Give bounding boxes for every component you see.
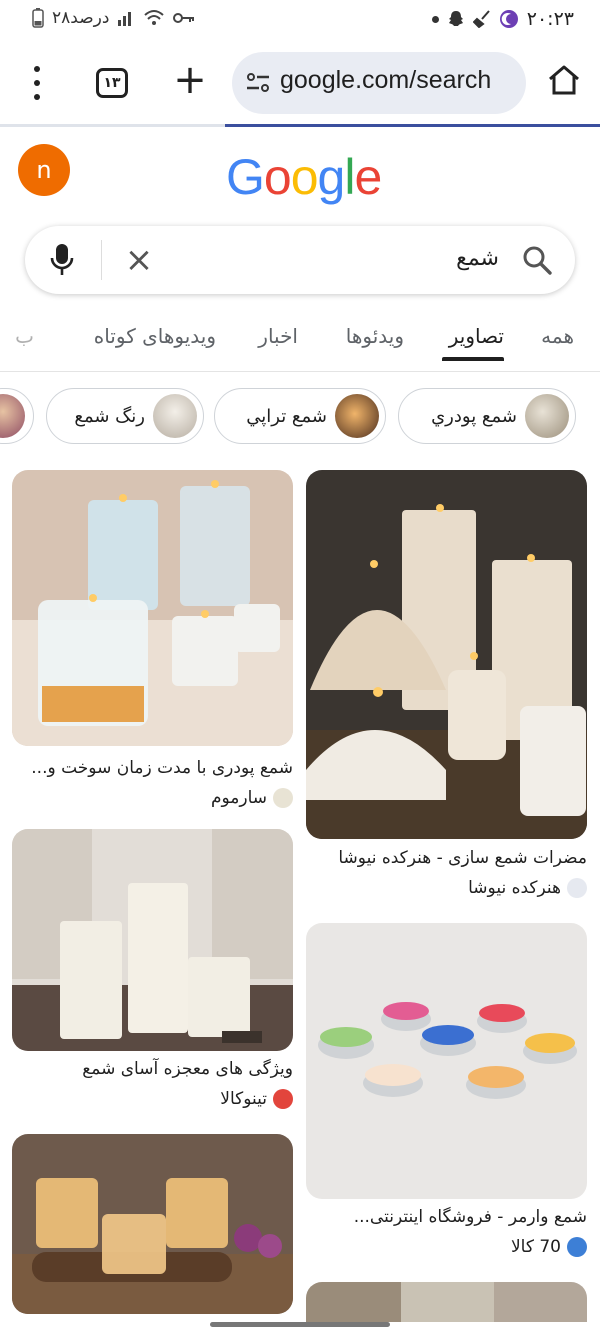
result-source[interactable]: هنرکده نیوشا — [468, 878, 587, 898]
favicon-icon — [567, 1237, 587, 1257]
result-image[interactable] — [306, 923, 587, 1199]
more-menu-icon[interactable] — [22, 66, 52, 100]
tab-news[interactable]: اخبار — [258, 324, 298, 348]
result-source[interactable]: تینوکالا — [220, 1089, 293, 1109]
image-result[interactable]: شمع پودری با مدت زمان سوخت و... سارموم — [12, 470, 293, 815]
tab-videos[interactable]: ویدئوها — [346, 324, 404, 348]
wifi-icon — [144, 10, 165, 25]
chip-thumbnail — [525, 394, 569, 438]
favicon-icon — [567, 878, 587, 898]
notification-dot-icon — [431, 15, 439, 23]
home-icon[interactable] — [546, 62, 582, 98]
image-result[interactable] — [12, 1134, 293, 1314]
tab-all[interactable]: همه — [541, 324, 574, 348]
image-result[interactable]: ویژگی های معجزه آسای شمع تینوکالا — [12, 829, 293, 1119]
tab-more[interactable]: ب — [15, 324, 34, 348]
favicon-icon — [273, 1089, 293, 1109]
image-result[interactable]: شمع وارمر - فروشگاه اینترنتی... 70 کالا — [306, 923, 587, 1263]
image-result[interactable] — [306, 1282, 587, 1322]
floating-candles-image — [12, 470, 293, 746]
glass-candle-holders-image — [12, 1134, 293, 1314]
battery-percent: ۲۸درصد — [52, 8, 110, 28]
browser-toolbar: ۱۳ + google.com/search — [0, 40, 600, 127]
logo-letter: e — [354, 149, 382, 205]
active-tab-indicator — [442, 357, 504, 361]
result-image[interactable] — [306, 470, 587, 839]
result-image[interactable] — [306, 1282, 587, 1322]
chip-powder-candle[interactable]: شمع پودري — [398, 388, 576, 444]
search-icon[interactable] — [521, 244, 553, 276]
gesture-bar — [210, 1322, 390, 1327]
status-bar: ۲۸درصد ۲۰:۲۳ — [0, 0, 600, 40]
chip-thumbnail — [153, 394, 197, 438]
search-tabs: همه تصاویر ویدئوها اخبار ویدیوهای کوتاه … — [0, 310, 600, 372]
related-chips: شمع پودري شمع تراپي رنگ شمع — [0, 386, 600, 446]
favicon-icon — [273, 788, 293, 808]
broom-icon — [472, 10, 490, 28]
candles-shell-image — [306, 470, 587, 839]
site-settings-icon[interactable] — [246, 72, 270, 94]
logo-letter: g — [317, 149, 346, 205]
chip-thumbnail — [0, 394, 25, 438]
progress-fill — [225, 124, 600, 127]
result-source[interactable]: 70 کالا — [511, 1237, 587, 1257]
clock: ۲۰:۲۳ — [526, 8, 574, 30]
page-load-progress — [0, 124, 600, 127]
chip-therapy-candle[interactable]: شمع تراپي — [214, 388, 386, 444]
result-title[interactable]: شمع پودری با مدت زمان سوخت و... — [31, 758, 293, 778]
logo-letter: G — [226, 149, 265, 205]
tab-short-videos[interactable]: ویدیوهای کوتاه — [94, 324, 216, 348]
result-title[interactable]: ویژگی های معجزه آسای شمع — [82, 1059, 293, 1079]
chip-candle-color[interactable]: رنگ شمع — [46, 388, 204, 444]
google-logo[interactable]: Google — [226, 148, 382, 206]
url-text: google.com/search — [280, 66, 492, 94]
address-bar[interactable]: google.com/search — [232, 52, 526, 114]
chip-more[interactable] — [0, 388, 34, 444]
tab-images[interactable]: تصاویر — [449, 324, 504, 348]
microphone-icon[interactable] — [49, 242, 75, 278]
status-left: ۲۸درصد — [32, 8, 195, 28]
tab-switcher-button[interactable]: ۱۳ — [96, 68, 128, 98]
result-title[interactable]: شمع وارمر - فروشگاه اینترنتی... — [354, 1207, 587, 1227]
battery-icon — [32, 8, 44, 28]
key-icon — [173, 13, 195, 23]
result-image[interactable] — [12, 829, 293, 1051]
app-badge-icon — [499, 10, 518, 28]
logo-letter: o — [290, 149, 319, 205]
status-right: ۲۰:۲۳ — [431, 8, 574, 30]
snapchat-icon — [448, 11, 463, 26]
chip-thumbnail — [335, 394, 379, 438]
pillar-candles-image — [12, 829, 293, 1051]
new-tab-button[interactable]: + — [168, 58, 212, 102]
account-avatar[interactable]: n — [18, 144, 70, 196]
search-box[interactable]: × شمع — [25, 226, 575, 294]
result-image[interactable] — [12, 470, 293, 746]
logo-letter: o — [263, 149, 292, 205]
search-input[interactable]: شمع — [456, 246, 499, 271]
image-result[interactable]: مضرات شمع سازی - هنرکده نیوشا هنرکده نیو… — [306, 470, 587, 900]
clear-icon[interactable]: × — [123, 243, 155, 277]
result-title[interactable]: مضرات شمع سازی - هنرکده نیوشا — [338, 848, 587, 868]
signal-icon — [118, 12, 132, 26]
result-image[interactable] — [12, 1134, 293, 1314]
tealight-candles-image — [306, 923, 587, 1199]
logo-letter: l — [344, 149, 355, 205]
search-divider — [101, 240, 102, 280]
result-source[interactable]: سارموم — [211, 788, 293, 808]
